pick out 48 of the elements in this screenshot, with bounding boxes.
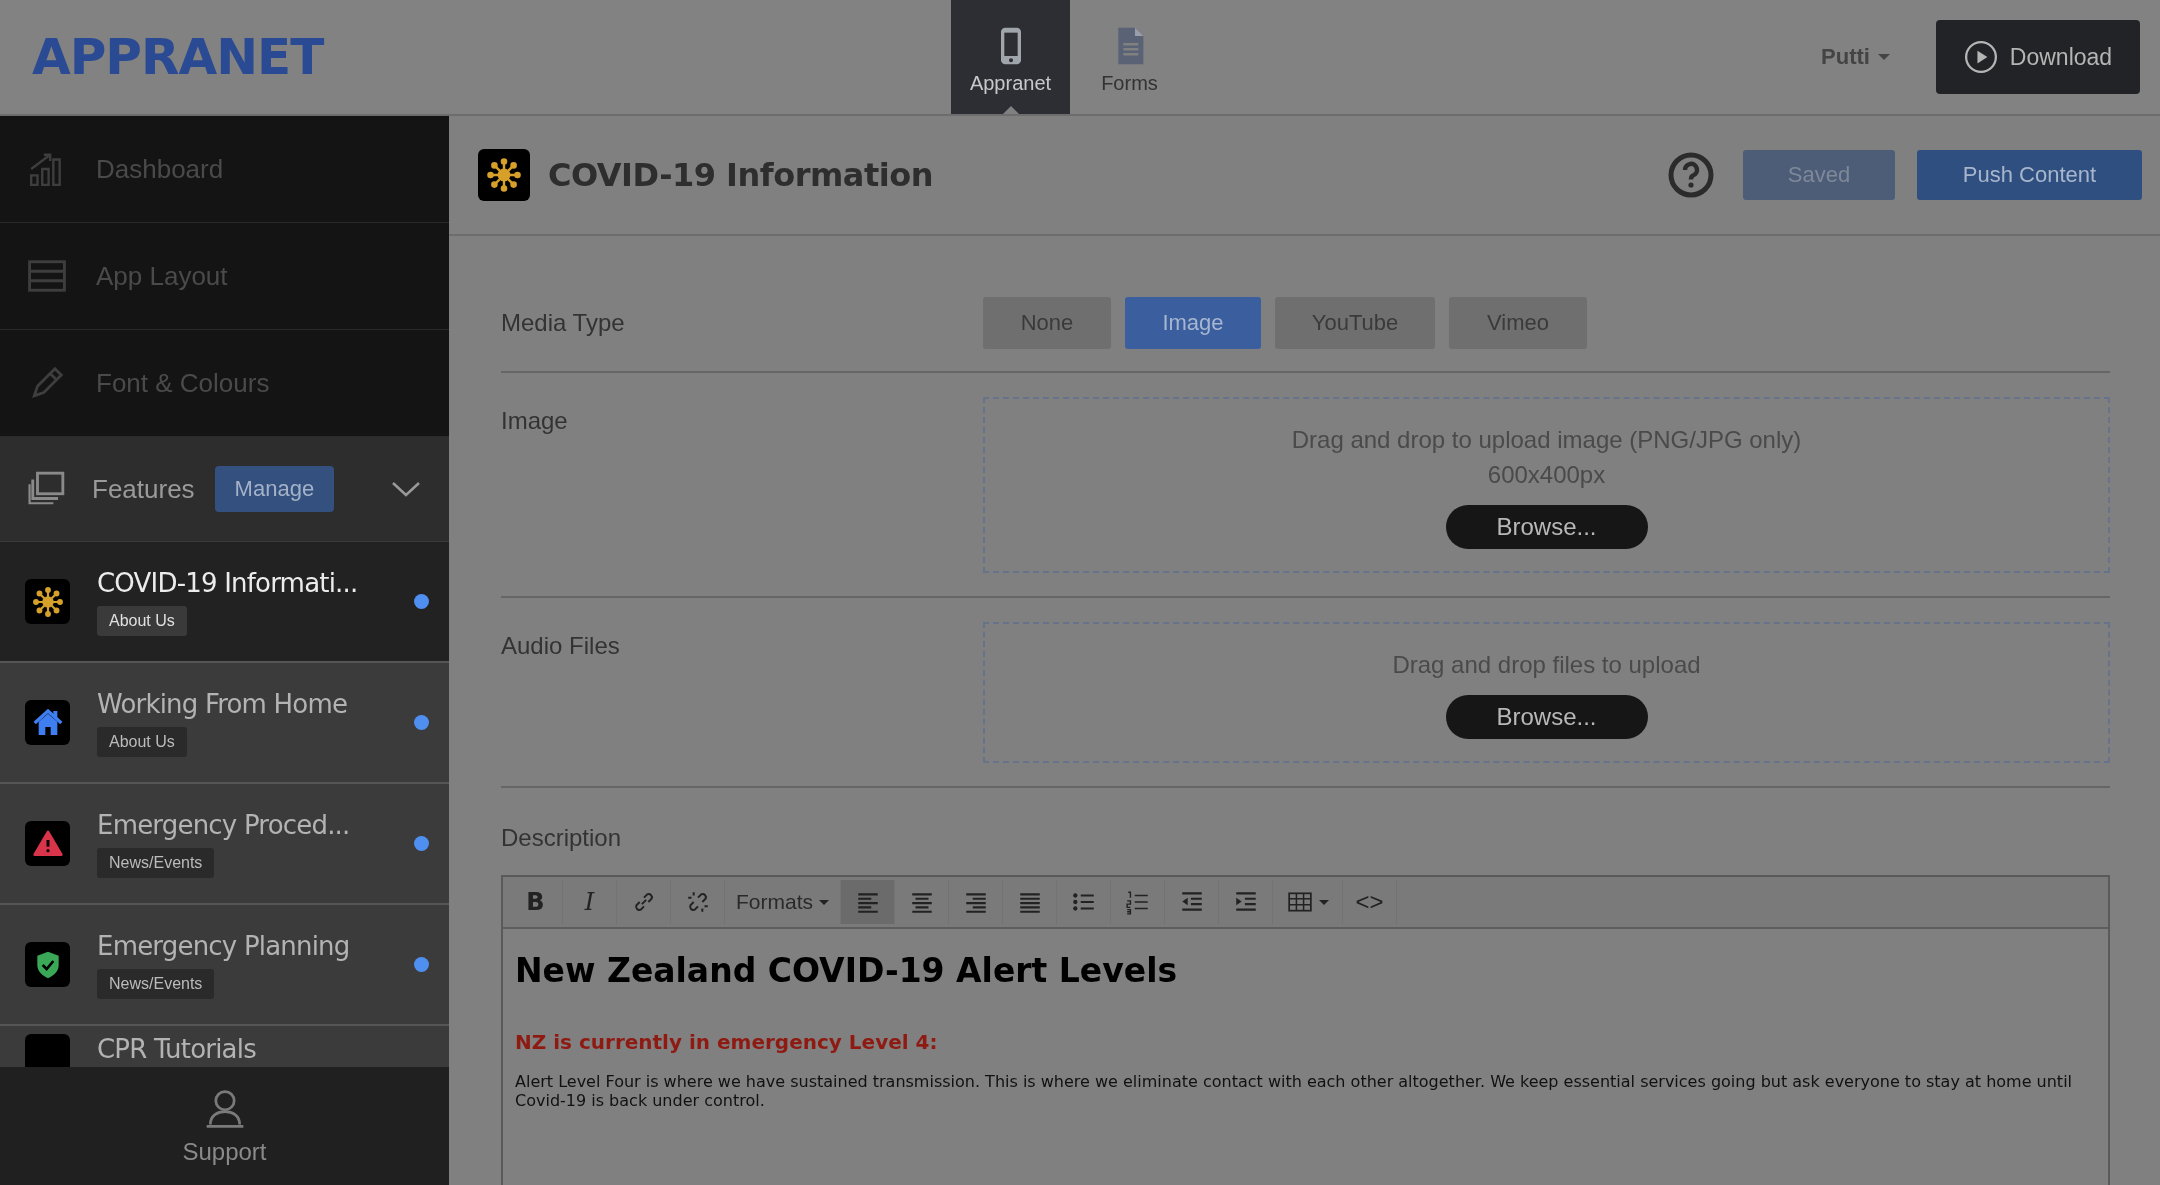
virus-icon — [31, 585, 64, 618]
feature-item[interactable]: Working From Home About Us — [0, 663, 449, 784]
browse-button[interactable]: Browse... — [1445, 695, 1648, 739]
content-heading: New Zealand COVID-19 Alert Levels — [515, 951, 1179, 990]
rich-text-editor[interactable] — [501, 875, 2110, 1185]
top-tab[interactable]: Forms — [1070, 0, 1189, 114]
category-tag: About Us — [97, 726, 187, 757]
feature-title: Working From Home — [97, 688, 349, 719]
help-icon[interactable] — [1667, 151, 1715, 199]
category-tag: News/Events — [97, 847, 215, 878]
numbered-list-icon — [1124, 889, 1151, 915]
category-tag: News/Events — [97, 968, 215, 999]
field-label: Description — [501, 823, 622, 852]
category-tag: About Us — [97, 605, 187, 636]
app-logo[interactable]: APPRANET — [32, 28, 324, 86]
download-button[interactable]: Download — [1936, 20, 2140, 94]
push-content-button[interactable]: Push Content — [1917, 150, 2142, 200]
page-title: COVID-19 Information — [548, 156, 934, 194]
media-type-option[interactable]: Image — [1125, 297, 1261, 349]
field-label: Audio Files — [501, 631, 621, 661]
chevron-icon[interactable] — [391, 480, 421, 498]
alert-subheading: NZ is currently in emergency Level 4: — [515, 1030, 939, 1054]
feature-item[interactable]: Emergency Planning News/Events — [0, 905, 449, 1026]
bold-button[interactable]: B — [509, 880, 563, 924]
feature-item[interactable]: COVID-19 Informati... About Us — [0, 542, 449, 663]
features-label[interactable]: Features — [92, 473, 195, 505]
play-icon — [1963, 40, 1998, 74]
support-button[interactable]: Support — [0, 1067, 449, 1185]
table-icon — [1286, 889, 1313, 915]
virus-icon — [486, 157, 522, 193]
feature-item[interactable]: Emergency Proced... News/Events — [0, 784, 449, 905]
italic-button[interactable]: I — [563, 880, 617, 924]
manage-button[interactable]: Manage — [214, 466, 335, 512]
field-label: Media Type — [501, 309, 626, 337]
feature-title: CPR Tutorials — [97, 1034, 257, 1064]
align-left-button[interactable] — [841, 880, 895, 924]
feature-item[interactable]: CPR Tutorials — [0, 1026, 449, 1067]
layout-icon — [28, 257, 66, 295]
top-tab[interactable]: Appranet — [951, 0, 1070, 114]
field-label: Image — [501, 406, 569, 436]
feature-title: COVID-19 Informati... — [97, 567, 359, 598]
feature-title: Emergency Proced... — [97, 809, 351, 840]
feature-title: Emergency Planning — [97, 930, 351, 961]
user-menu[interactable]: Putti — [1821, 44, 1890, 70]
browse-button[interactable]: Browse... — [1445, 505, 1648, 549]
feature-icon-tile — [25, 1034, 70, 1067]
source-code-button[interactable]: <> — [1343, 880, 1397, 924]
content-paragraph: Alert Level Four is where we have sustained transmission. This is where we eliminate contact with each other altogether. We keep essential services going but ask everyone to stay at home until Covid-19 is back under control. — [515, 1072, 2074, 1110]
